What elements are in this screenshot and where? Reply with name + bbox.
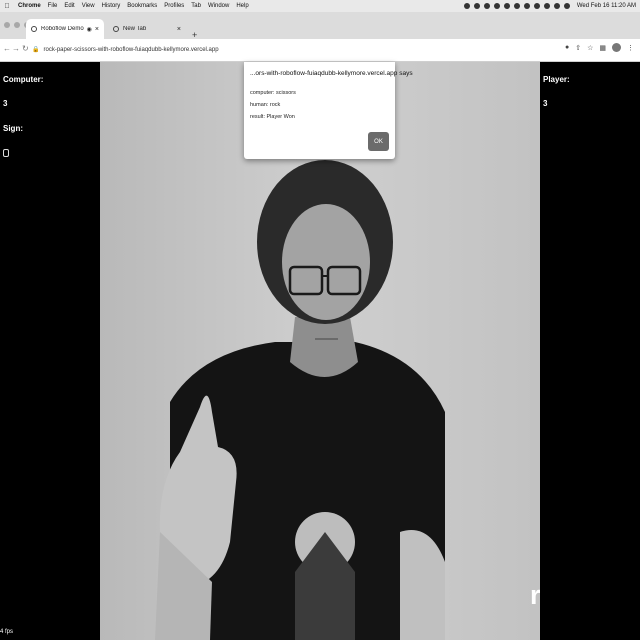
audio-playing-icon[interactable]: ◉ [87,26,92,33]
status-app-icon[interactable] [503,3,510,9]
person-face [282,204,370,320]
minimize-window-icon[interactable] [14,22,20,28]
menu-tab[interactable]: Tab [191,3,201,9]
roboflow-logo: roboflow [530,580,540,610]
control-center-icon[interactable] [563,3,570,9]
menu-bar:  Chrome File Edit View History Bookmark… [0,0,640,12]
computer-panel: Computer: 3 Sign: 4 fps [0,62,100,640]
status-app-icon[interactable] [463,3,470,9]
toolbar-actions: ● ⇧ ☆ ▦ ⋮ [565,43,634,52]
computer-label: Computer: [3,75,44,84]
back-icon[interactable]: ← [3,44,11,53]
status-app-icon[interactable] [483,3,490,9]
person-neck [290,317,358,377]
address-bar[interactable]: 🔒 rock-paper-scissors-with-roboflow-fuia… [32,43,562,56]
close-tab-icon[interactable]: × [177,26,181,33]
ok-button[interactable]: OK [368,132,389,151]
player-score: 3 [543,99,548,108]
sign-label: Sign: [3,124,23,133]
favicon-icon [113,26,119,32]
tab-strip: Roboflow Demo ◉ × New Tab × + [0,12,640,40]
dialog-line-result: result: Player Won [250,114,295,120]
status-icons: Wed Feb 16 11:20 AM [463,0,636,12]
share-icon[interactable]: ⇧ [575,44,581,52]
menu-history[interactable]: History [102,3,121,9]
tab-label: Roboflow Demo [41,26,84,32]
sign-image-icon [3,149,9,157]
status-app-icon[interactable] [473,3,480,9]
close-tab-icon[interactable]: × [95,26,99,33]
browser-toolbar: ← → ↻ 🔒 rock-paper-scissors-with-roboflo… [0,39,640,62]
extensions-icon[interactable]: ▦ [599,44,606,52]
close-window-icon[interactable] [4,22,10,28]
tab-new-tab[interactable]: New Tab × [108,19,186,39]
menu-view[interactable]: View [82,3,95,9]
volume-icon[interactable] [523,3,530,9]
wifi-icon[interactable] [543,3,550,9]
alert-dialog: ...ors-with-roboflow-fuiaqdubb-kellymore… [244,62,413,159]
tab-roboflow-demo[interactable]: Roboflow Demo ◉ × [26,19,104,39]
dialog-title: ...ors-with-roboflow-fuiaqdubb-kellymore… [250,70,413,77]
battery-icon[interactable] [533,3,540,9]
status-app-icon[interactable] [493,3,500,9]
dialog-line-computer: computer: scissors [250,90,296,96]
lock-icon[interactable]: 🔒 [32,46,39,53]
forward-icon[interactable]: → [12,44,20,53]
profile-avatar[interactable] [612,43,621,52]
menu-help[interactable]: Help [236,3,248,9]
bluetooth-icon[interactable] [513,3,520,9]
url-text: rock-paper-scissors-with-roboflow-fuiaqd… [43,46,219,53]
dialog-line-human: human: rock [250,102,281,108]
menu-kebab-icon[interactable]: ⋮ [627,44,634,52]
reload-icon[interactable]: ↻ [22,44,29,53]
menu-window[interactable]: Window [208,3,229,9]
player-panel: Player: 3 [540,62,640,640]
tab-label: New Tab [123,26,147,32]
bookmark-star-icon[interactable]: ☆ [587,44,593,52]
camera-in-use-icon[interactable]: ● [565,44,569,51]
menu-edit[interactable]: Edit [64,3,74,9]
menu-profiles[interactable]: Profiles [164,3,184,9]
fps-counter: 4 fps [0,629,14,635]
player-label: Player: [543,75,570,84]
menu-bookmarks[interactable]: Bookmarks [127,3,157,9]
menu-file[interactable]: File [48,3,58,9]
menubar-clock[interactable]: Wed Feb 16 11:20 AM [577,3,636,9]
computer-score: 3 [3,99,8,108]
apple-icon[interactable]:  [3,3,11,10]
search-icon[interactable] [553,3,560,9]
favicon-icon [31,26,37,32]
menu-app-name[interactable]: Chrome [18,3,41,9]
